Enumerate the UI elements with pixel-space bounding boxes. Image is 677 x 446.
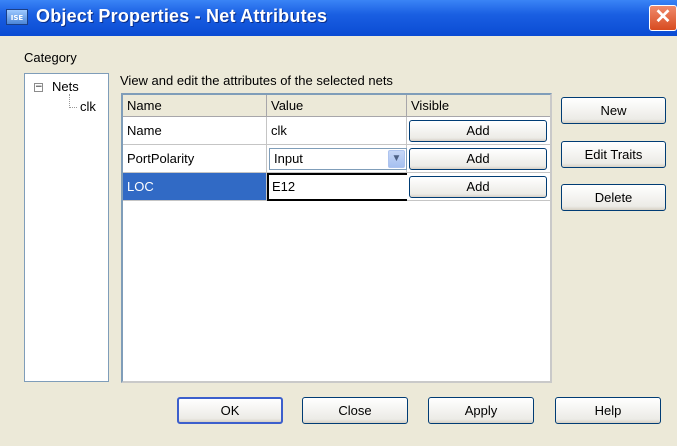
category-label: Category	[24, 50, 77, 65]
column-header-name[interactable]: Name	[123, 95, 267, 116]
apply-button[interactable]: Apply	[428, 397, 534, 424]
port-polarity-select[interactable]: Input ▼	[269, 148, 407, 170]
table-row[interactable]: Name clk Add	[123, 117, 550, 145]
loc-value-input[interactable]: E12	[267, 173, 409, 201]
edit-traits-button[interactable]: Edit Traits	[561, 141, 666, 168]
title-bar[interactable]: ISE Object Properties - Net Attributes ✕	[0, 0, 677, 36]
add-visible-button[interactable]: Add	[409, 176, 547, 198]
cell-name[interactable]: PortPolarity	[123, 145, 267, 173]
category-tree[interactable]: − Nets clk	[24, 73, 109, 382]
grid-caption: View and edit the attributes of the sele…	[120, 73, 393, 88]
add-visible-button[interactable]: Add	[409, 120, 547, 142]
add-visible-button[interactable]: Add	[409, 148, 547, 170]
close-button[interactable]: Close	[302, 397, 408, 424]
column-header-value[interactable]: Value	[267, 95, 407, 116]
column-header-visible[interactable]: Visible	[407, 95, 550, 116]
tree-connector	[69, 94, 70, 108]
attributes-grid[interactable]: Name Value Visible Name clk Add PortPola…	[121, 93, 552, 383]
help-button[interactable]: Help	[555, 397, 661, 424]
delete-button[interactable]: Delete	[561, 184, 666, 211]
table-row[interactable]: PortPolarity Input ▼ Add	[123, 145, 550, 173]
tree-item-nets[interactable]: Nets	[52, 79, 79, 94]
cell-name[interactable]: Name	[123, 117, 267, 145]
collapse-icon[interactable]: −	[34, 83, 43, 92]
new-button[interactable]: New	[561, 97, 666, 124]
table-row[interactable]: LOC E12 Add	[123, 173, 550, 201]
ok-button[interactable]: OK	[177, 397, 283, 424]
close-window-button[interactable]: ✕	[649, 5, 677, 31]
tree-connector	[69, 107, 77, 108]
app-icon: ISE	[6, 9, 28, 25]
cell-value[interactable]: clk	[267, 117, 407, 145]
window-title: Object Properties - Net Attributes	[36, 6, 328, 26]
cell-name[interactable]: LOC	[123, 173, 267, 201]
chevron-down-icon[interactable]: ▼	[388, 150, 405, 168]
grid-header: Name Value Visible	[123, 95, 550, 117]
select-value: Input	[274, 151, 303, 166]
tree-item-clk[interactable]: clk	[80, 99, 96, 114]
